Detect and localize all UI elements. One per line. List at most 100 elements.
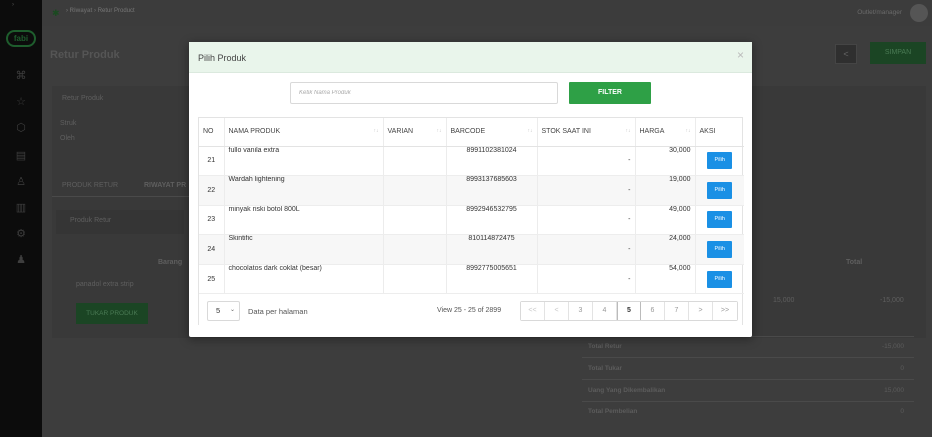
- cell-stok: -: [537, 205, 636, 236]
- pilih-button[interactable]: Pilih: [707, 241, 733, 259]
- per-page-select[interactable]: 5 ⌄: [207, 301, 240, 321]
- col-aksi: AKSI: [695, 118, 744, 147]
- sort-icon[interactable]: ↑↓: [374, 128, 379, 134]
- view-info: View 25 - 25 of 2899: [437, 307, 502, 314]
- summary-label: Uang Yang Dikembalikan: [588, 387, 666, 394]
- col-total: Total: [846, 259, 863, 266]
- col-nama-label: NAMA PRODUK: [228, 128, 281, 136]
- table-row: 21 fullo vanila extra 8991102381024 - 30…: [199, 146, 744, 177]
- col-nama-produk[interactable]: NAMA PRODUK ↑↓: [224, 118, 384, 147]
- star-icon[interactable]: ☆: [15, 96, 27, 108]
- table-footer: 5 ⌄ Data per halaman View 25 - 25 of 289…: [199, 296, 742, 325]
- filter-button[interactable]: FILTER: [569, 82, 651, 104]
- page-next-button[interactable]: >: [689, 302, 713, 320]
- document-icon[interactable]: ▤: [15, 150, 27, 162]
- table-row: 22 Wardah lightening 8993137685603 - 19,…: [199, 175, 744, 206]
- sidebar: › fabi ⌘ ☆ ⬡ ▤ ♙ ▥ ⚙ ♟: [0, 0, 42, 437]
- modal-header: Pilih Produk ×: [189, 42, 752, 73]
- cell-varian: [383, 146, 447, 177]
- cell-nama: Skintific: [224, 234, 384, 265]
- cell-harga: 54,000: [635, 264, 696, 295]
- chevron-down-icon: ⌄: [229, 307, 235, 313]
- cell-harga: 24,000: [635, 234, 696, 265]
- avatar[interactable]: [910, 4, 928, 22]
- table-header-row: NO NAMA PRODUK ↑↓ VARIAN ↑↓ BARCODE ↑↓ STOK…: [199, 118, 744, 147]
- breadcrumb-current: Retur Product: [97, 8, 135, 14]
- item-total: -15,000: [880, 297, 904, 304]
- strip-label: Produk Retur: [70, 217, 112, 224]
- command-icon[interactable]: ⌘: [15, 70, 27, 82]
- summary-value: -15,000: [881, 343, 904, 350]
- search-input[interactable]: [290, 82, 558, 104]
- page-last-button[interactable]: >>: [713, 302, 737, 320]
- cell-varian: [383, 264, 447, 295]
- col-varian[interactable]: VARIAN ↑↓: [383, 118, 447, 147]
- oleh-label: Oleh: [60, 135, 75, 142]
- pagination: << < 3 4 5 6 7 > >>: [520, 301, 738, 321]
- cell-no: 23: [199, 205, 225, 236]
- cell-harga: 49,000: [635, 205, 696, 236]
- collapse-arrow-icon[interactable]: ›: [12, 2, 14, 8]
- col-no-label: NO: [203, 128, 214, 136]
- col-barcode[interactable]: BARCODE ↑↓: [446, 118, 538, 147]
- page-button[interactable]: 7: [665, 302, 689, 320]
- close-icon[interactable]: ×: [737, 48, 744, 62]
- box-icon[interactable]: ⬡: [15, 122, 27, 134]
- table-row: 25 chocolatos dark coklat (besar) 899277…: [199, 264, 744, 295]
- cell-barcode: 8992775005651: [446, 264, 538, 295]
- app-logo: fabi: [6, 30, 36, 47]
- cell-no: 21: [199, 146, 225, 177]
- table-row: 23 minyak riski botol 800L 8992946532795…: [199, 205, 744, 236]
- modal-title: Pilih Produk: [198, 53, 247, 63]
- breadcrumb: › Riwayat › Retur Product: [66, 8, 135, 14]
- summary-divider: [582, 357, 914, 358]
- tab-underline: [52, 196, 192, 197]
- summary-divider: [582, 379, 914, 380]
- cell-aksi: Pilih: [695, 205, 744, 236]
- pilih-button[interactable]: Pilih: [707, 181, 733, 199]
- user-name[interactable]: Outlet/manager: [857, 9, 902, 16]
- tab-produk-retur[interactable]: PRODUK RETUR: [62, 182, 118, 189]
- page-button[interactable]: 6: [641, 302, 665, 320]
- save-button[interactable]: SIMPAN: [870, 42, 926, 64]
- page-first-button[interactable]: <<: [521, 302, 545, 320]
- page-button[interactable]: 4: [593, 302, 617, 320]
- sort-icon[interactable]: ↑↓: [626, 128, 631, 134]
- user-icon[interactable]: ♟: [15, 254, 27, 266]
- page-title: Retur Produk: [50, 49, 120, 61]
- cell-stok: -: [537, 146, 636, 177]
- product-table: NO NAMA PRODUK ↑↓ VARIAN ↑↓ BARCODE ↑↓ STOK…: [198, 117, 744, 325]
- pilih-button[interactable]: Pilih: [707, 211, 733, 229]
- col-stok[interactable]: STOK SAAT INI ↑↓: [537, 118, 636, 147]
- summary-label: Total Tukar: [588, 365, 623, 372]
- item-name: panadol extra strip: [76, 281, 134, 288]
- tukar-produk-button[interactable]: TUKAR PRODUK: [76, 303, 148, 324]
- cell-aksi: Pilih: [695, 234, 744, 265]
- tab-riwayat[interactable]: RIWAYAT PR: [144, 182, 186, 189]
- cell-barcode: 8993137685603: [446, 175, 538, 206]
- sort-icon[interactable]: ↑↓: [437, 128, 442, 134]
- users-icon[interactable]: ♙: [15, 176, 27, 188]
- cell-varian: [383, 205, 447, 236]
- pilih-button[interactable]: Pilih: [707, 270, 733, 288]
- sort-icon[interactable]: ↑↓: [528, 128, 533, 134]
- item-price: 15,000: [773, 297, 795, 304]
- page-prev-button[interactable]: <: [545, 302, 569, 320]
- cell-stok: -: [537, 234, 636, 265]
- col-barcode-label: BARCODE: [450, 128, 486, 136]
- back-button[interactable]: <: [835, 44, 857, 64]
- home-icon[interactable]: ✱: [52, 8, 62, 18]
- per-page-value: 5: [216, 306, 221, 315]
- pilih-button[interactable]: Pilih: [707, 152, 733, 170]
- chart-icon[interactable]: ▥: [15, 202, 27, 214]
- breadcrumb-parent[interactable]: Riwayat: [70, 8, 93, 14]
- page-button-active[interactable]: 5: [617, 302, 641, 320]
- page-button[interactable]: 3: [569, 302, 593, 320]
- cell-stok: -: [537, 175, 636, 206]
- sort-icon[interactable]: ↑↓: [686, 128, 691, 134]
- cell-barcode: 810114872475: [446, 234, 538, 265]
- cell-no: 25: [199, 264, 225, 295]
- gear-icon[interactable]: ⚙: [15, 228, 27, 240]
- pilih-produk-modal: Pilih Produk × FILTER NO NAMA PRODUK ↑↓ V…: [189, 42, 752, 337]
- col-harga[interactable]: HARGA ↑↓: [635, 118, 696, 147]
